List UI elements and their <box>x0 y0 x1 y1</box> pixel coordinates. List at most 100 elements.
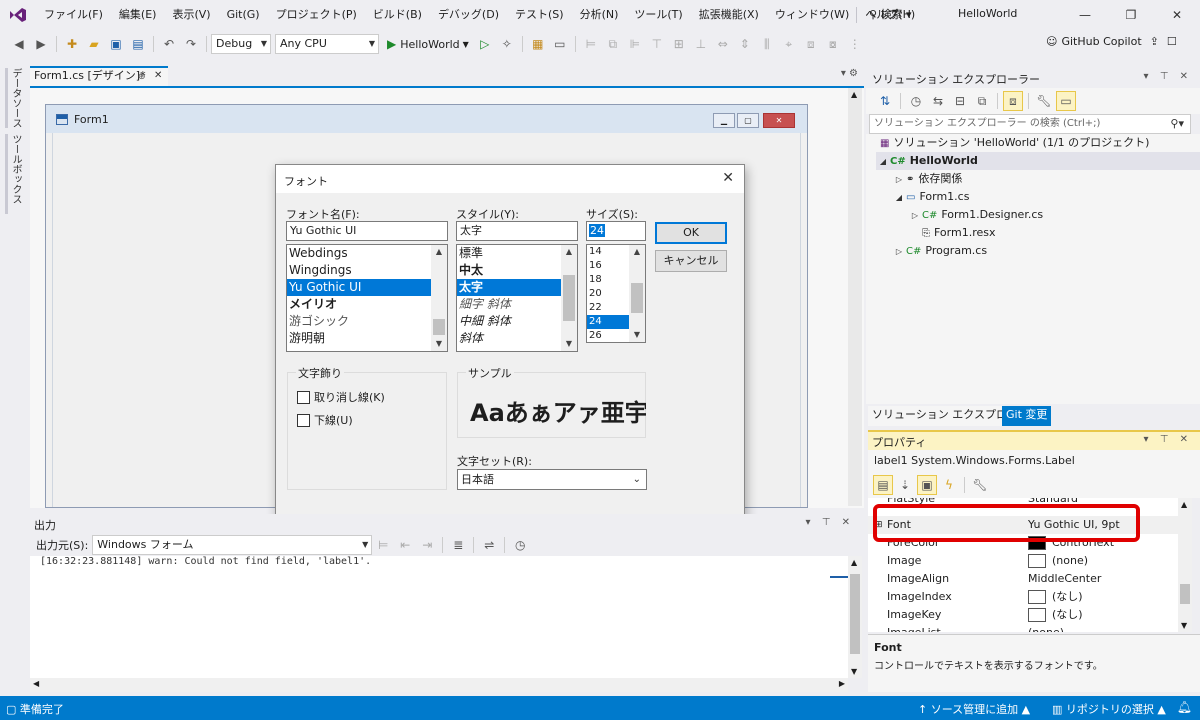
property-value[interactable]: (なし) <box>1028 588 1083 606</box>
designer-vertical-scrollbar[interactable]: ▲ <box>848 88 862 506</box>
tab-overflow-icon[interactable]: ▾ ⚙ <box>841 68 858 79</box>
tree-item-solution[interactable]: ▦ ソリューション 'HelloWorld' (1/1 のプロジェクト) <box>880 134 1149 152</box>
pin-icon[interactable]: ⊕ <box>138 69 146 85</box>
property-value[interactable]: (none) <box>1028 552 1088 570</box>
property-row[interactable]: Image (none) <box>868 552 1178 570</box>
style-input[interactable]: 太字 <box>456 221 578 241</box>
platform-select[interactable]: Any CPU ▼ <box>275 34 379 54</box>
same-height-icon[interactable]: ⇕ <box>735 34 755 54</box>
tree-item-resx[interactable]: ⎘ Form1.resx <box>922 224 996 242</box>
underline-checkbox[interactable]: 下線(U) <box>297 412 353 428</box>
menu-edit[interactable]: 編集(E) <box>111 0 165 30</box>
github-copilot-button[interactable]: ☺ GitHub Copilot ⇪ ☐ <box>1046 35 1177 48</box>
charset-select[interactable]: 日本語 ⌄ <box>457 469 647 490</box>
alphabetical-icon[interactable]: ⇣ <box>895 475 915 495</box>
restore-icon[interactable]: ❐ <box>1108 0 1154 30</box>
property-pages-icon[interactable]: 🔧︎ <box>970 475 990 495</box>
cancel-button[interactable]: キャンセル <box>655 250 727 272</box>
font-list-item[interactable]: Webdings <box>287 245 447 262</box>
style-list-item[interactable]: 標準 <box>457 245 577 262</box>
properties-wrench-icon[interactable]: 🔧︎ <box>1034 91 1054 111</box>
scroll-up-icon[interactable]: ▲ <box>561 245 577 259</box>
size-list-scrollbar[interactable]: ▲ ▼ <box>629 245 645 342</box>
scroll-right-icon[interactable]: ▶ <box>839 679 845 688</box>
style-list-item[interactable]: 細字 斜体 <box>457 296 577 313</box>
tree-item-form1[interactable]: ◢ ▭ Form1.cs <box>892 188 970 206</box>
menu-file[interactable]: ファイル(F) <box>36 0 111 30</box>
scroll-up-icon[interactable]: ▲ <box>431 245 447 259</box>
same-width-icon[interactable]: ⇔ <box>713 34 733 54</box>
menu-tools[interactable]: ツール(T) <box>626 0 690 30</box>
scroll-down-icon[interactable]: ▼ <box>851 667 857 676</box>
collapsed-icon[interactable]: ▷ <box>892 171 906 189</box>
configuration-select[interactable]: Debug ▼ <box>211 34 271 54</box>
font-list-item-selected[interactable]: Yu Gothic UI <box>287 279 431 296</box>
align-rights-icon[interactable]: ⊫ <box>625 34 645 54</box>
add-to-source-control-button[interactable]: ↑ ソース管理に追加 ▲ <box>918 701 1030 717</box>
scroll-up-icon[interactable]: ▲ <box>851 90 857 99</box>
align-bottoms-icon[interactable]: ⊥ <box>691 34 711 54</box>
scroll-up-icon[interactable]: ▲ <box>851 558 857 567</box>
search-button[interactable]: ⚲ 検索 ▾ <box>856 7 912 23</box>
tree-item-designer[interactable]: ▷ C# Form1.Designer.cs <box>908 206 1043 224</box>
font-list-scrollbar[interactable]: ▲ ▼ <box>431 245 447 351</box>
scroll-thumb[interactable] <box>433 319 445 335</box>
property-value[interactable]: MiddleCenter <box>1028 570 1101 588</box>
style-list[interactable]: 標準 中太 太字 細字 斜体 中細 斜体 斜体 ▲ ▼ <box>456 244 578 352</box>
scroll-thumb[interactable] <box>563 275 575 321</box>
start-debug-button[interactable]: ▶ HelloWorld ▼ <box>387 37 469 51</box>
dialog-close-icon[interactable]: ✕ <box>722 170 734 186</box>
property-grid-scrollbar[interactable]: ▲ ▼ <box>1178 498 1192 632</box>
hot-reload-icon[interactable]: ✧ <box>497 34 517 54</box>
collapsed-icon[interactable]: ▷ <box>892 243 906 261</box>
center-icon[interactable]: ⌖ <box>779 34 799 54</box>
send-back-icon[interactable]: ⧇ <box>823 34 843 54</box>
strikeout-checkbox[interactable]: 取り消し線(K) <box>297 389 385 405</box>
tree-item-dependencies[interactable]: ▷ ⚭ 依存関係 <box>892 170 962 188</box>
start-without-debug-icon[interactable]: ▷ <box>475 34 495 54</box>
categorized-icon[interactable]: ▤ <box>873 475 893 495</box>
scroll-down-icon[interactable]: ▼ <box>561 337 577 351</box>
pane-controls-icon[interactable]: ▾ ⊤ ✕ <box>806 517 854 528</box>
next-message-icon[interactable]: ⇥ <box>417 535 437 555</box>
output-horizontal-scrollbar[interactable]: ◀ ▶ <box>30 678 848 692</box>
expanded-icon[interactable]: ◢ <box>876 153 890 171</box>
property-value[interactable]: (none) <box>1028 624 1064 632</box>
scroll-left-icon[interactable]: ◀ <box>33 679 39 688</box>
size-list[interactable]: 14 16 18 20 22 24 26 ▲ ▼ <box>586 244 646 343</box>
layout-icon[interactable]: ▭ <box>550 34 570 54</box>
switch-views-icon[interactable]: ⇅ <box>875 91 895 111</box>
forward-icon[interactable]: ▶ <box>31 34 51 54</box>
align-tops-icon[interactable]: ⊤ <box>647 34 667 54</box>
solution-search-input[interactable]: ソリューション エクスプローラー の検索 (Ctrl+;) ⚲▾ <box>869 114 1191 134</box>
scroll-thumb[interactable] <box>631 283 643 313</box>
style-list-item[interactable]: 中細 斜体 <box>457 313 577 330</box>
output-text-area[interactable]: [16:32:23.881148] warn: Could not find f… <box>30 556 848 678</box>
style-list-item-selected[interactable]: 太字 <box>457 279 561 296</box>
scroll-up-icon[interactable]: ▲ <box>629 245 645 259</box>
menu-analyze[interactable]: 分析(N) <box>572 0 627 30</box>
browse-icon[interactable]: ▦ <box>528 34 548 54</box>
align-lefts-icon[interactable]: ⊨ <box>581 34 601 54</box>
collapsed-icon[interactable]: ▷ <box>908 207 922 225</box>
style-list-scrollbar[interactable]: ▲ ▼ <box>561 245 577 351</box>
open-folder-icon[interactable]: ▰ <box>84 34 104 54</box>
pane-controls-icon[interactable]: ▾ ⊤ ✕ <box>1144 71 1192 82</box>
preview-icon[interactable]: ⧈ <box>1003 91 1023 111</box>
menu-view[interactable]: 表示(V) <box>164 0 218 30</box>
font-name-input[interactable]: Yu Gothic UI <box>286 221 448 241</box>
tree-item-project[interactable]: ◢ C# HelloWorld <box>876 152 1200 170</box>
output-vertical-scrollbar[interactable]: ▲ ▼ <box>848 556 862 678</box>
scroll-down-icon[interactable]: ▼ <box>1181 621 1187 630</box>
style-list-item[interactable]: 中太 <box>457 262 577 279</box>
menu-extensions[interactable]: 拡張機能(X) <box>691 0 767 30</box>
new-item-icon[interactable]: ✚ <box>62 34 82 54</box>
property-value[interactable]: (なし) <box>1028 606 1083 624</box>
menu-project[interactable]: プロジェクト(P) <box>268 0 365 30</box>
collapse-all-icon[interactable]: ⊟ <box>950 91 970 111</box>
timestamp-icon[interactable]: ◷ <box>510 535 530 555</box>
sync-icon[interactable]: ⇆ <box>928 91 948 111</box>
scroll-down-icon[interactable]: ▼ <box>431 337 447 351</box>
property-row[interactable]: ImageKey (なし) <box>868 606 1178 624</box>
spacing-icon[interactable]: ⫼ <box>757 34 777 54</box>
